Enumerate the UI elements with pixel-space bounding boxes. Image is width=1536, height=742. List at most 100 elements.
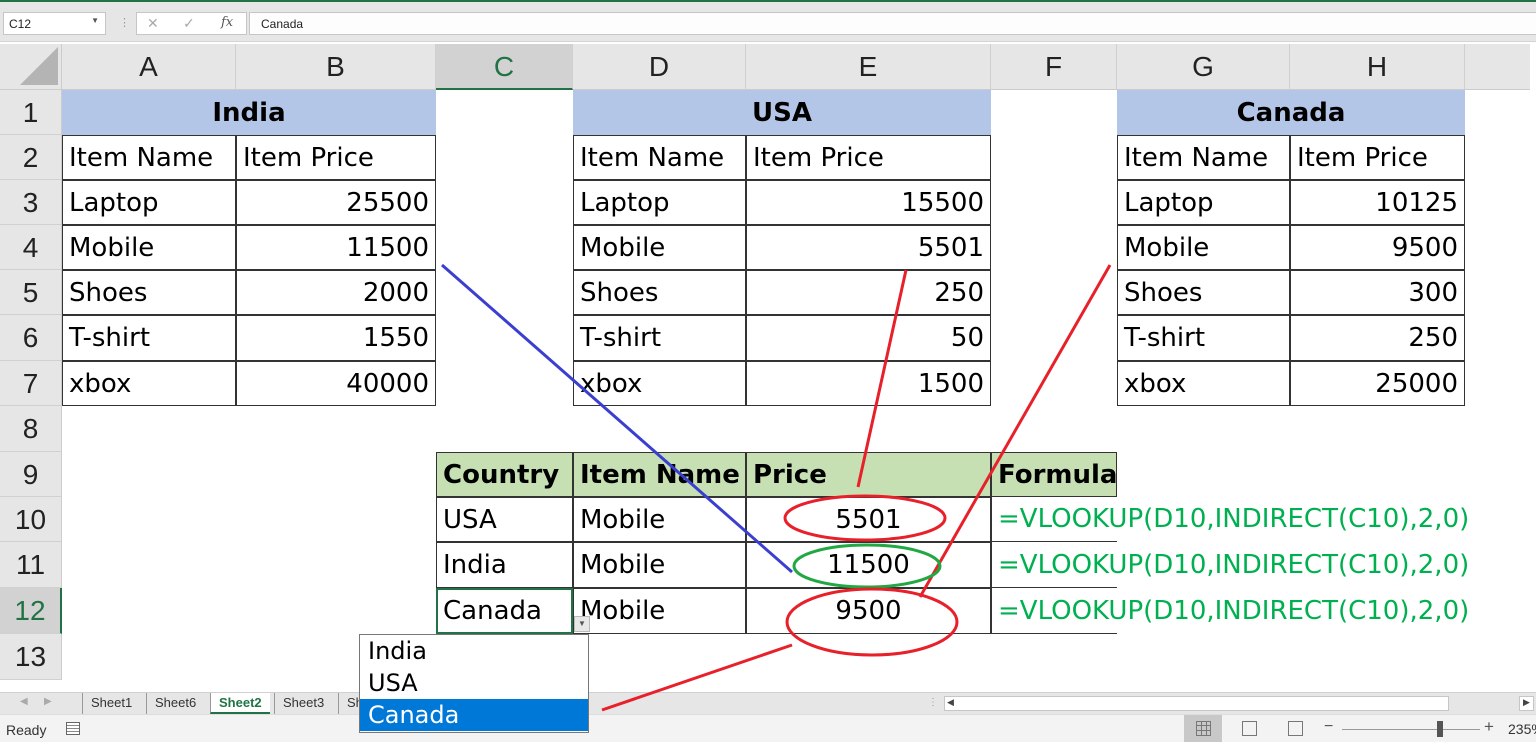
column-header-h[interactable]: H bbox=[1290, 44, 1465, 90]
canada-header-item-name[interactable]: Item Name bbox=[1117, 135, 1290, 180]
india-item-price-cell[interactable]: 40000 bbox=[236, 361, 436, 406]
scroll-right-icon[interactable]: ▶ bbox=[1519, 696, 1534, 711]
row-header-12[interactable]: 12 bbox=[0, 588, 62, 634]
row-header-9[interactable]: 9 bbox=[0, 452, 62, 497]
dropdown-option-usa[interactable]: USA bbox=[360, 667, 588, 699]
row-header-8[interactable]: 8 bbox=[0, 406, 62, 452]
usa-item-name-cell[interactable]: Mobile bbox=[573, 225, 746, 270]
usa-item-name-cell[interactable]: T-shirt bbox=[573, 315, 746, 361]
column-header-c[interactable]: C bbox=[436, 44, 573, 90]
lookup-header-price[interactable]: Price bbox=[746, 452, 991, 497]
row-header-5[interactable]: 5 bbox=[0, 270, 62, 315]
india-item-name-cell[interactable]: Mobile bbox=[62, 225, 236, 270]
tab-splitter-handle[interactable]: ⋮ bbox=[928, 697, 938, 708]
india-item-name-cell[interactable]: xbox bbox=[62, 361, 236, 406]
usa-item-price-cell[interactable]: 250 bbox=[746, 270, 991, 315]
column-header-g[interactable]: G bbox=[1117, 44, 1290, 90]
canada-table-title[interactable]: Canada bbox=[1117, 90, 1465, 135]
lookup-country-cell[interactable]: India bbox=[436, 542, 573, 588]
canada-item-price-cell[interactable]: 9500 bbox=[1290, 225, 1465, 270]
lookup-header-formula[interactable]: Formula bbox=[991, 452, 1117, 497]
india-table-title[interactable]: India bbox=[62, 90, 436, 135]
page-break-view-button[interactable] bbox=[1276, 715, 1314, 742]
enter-icon[interactable]: ✓ bbox=[183, 15, 195, 32]
zoom-slider[interactable] bbox=[1342, 729, 1480, 730]
row-header-4[interactable]: 4 bbox=[0, 225, 62, 270]
column-header-f[interactable]: F bbox=[991, 44, 1117, 90]
india-item-name-cell[interactable]: Shoes bbox=[62, 270, 236, 315]
row-header-6[interactable]: 6 bbox=[0, 315, 62, 361]
page-layout-view-button[interactable] bbox=[1230, 715, 1268, 742]
row-header-10[interactable]: 10 bbox=[0, 497, 62, 542]
zoom-level[interactable]: 235% bbox=[1508, 721, 1536, 737]
canada-item-price-cell[interactable]: 25000 bbox=[1290, 361, 1465, 406]
macro-recording-icon[interactable] bbox=[66, 722, 80, 735]
usa-item-price-cell[interactable]: 50 bbox=[746, 315, 991, 361]
canada-item-price-cell[interactable]: 300 bbox=[1290, 270, 1465, 315]
canada-item-name-cell[interactable]: Laptop bbox=[1117, 180, 1290, 225]
cell-dropdown-button[interactable]: ▼ bbox=[574, 616, 590, 632]
lookup-price-cell[interactable]: 11500 bbox=[746, 542, 991, 588]
row-header-13[interactable]: 13 bbox=[0, 634, 62, 680]
canada-item-price-cell[interactable]: 250 bbox=[1290, 315, 1465, 361]
sheet-next-icon[interactable]: ▶ bbox=[44, 696, 52, 707]
usa-item-price-cell[interactable]: 1500 bbox=[746, 361, 991, 406]
zoom-in-button[interactable]: + bbox=[1484, 717, 1494, 737]
lookup-country-cell[interactable]: USA bbox=[436, 497, 573, 542]
row-header-11[interactable]: 11 bbox=[0, 542, 62, 588]
lookup-formula-cell[interactable]: =VLOOKUP(D10,INDIRECT(C10),2,0) bbox=[991, 588, 1469, 634]
lookup-header-item-name[interactable]: Item Name bbox=[573, 452, 746, 497]
usa-table-title[interactable]: USA bbox=[573, 90, 991, 135]
india-item-price-cell[interactable]: 25500 bbox=[236, 180, 436, 225]
usa-item-name-cell[interactable]: Laptop bbox=[573, 180, 746, 225]
lookup-formula-cell[interactable]: =VLOOKUP(D10,INDIRECT(C10),2,0) bbox=[991, 497, 1469, 542]
row-header-7[interactable]: 7 bbox=[0, 361, 62, 406]
canada-header-item-price[interactable]: Item Price bbox=[1290, 135, 1465, 180]
usa-header-item-price[interactable]: Item Price bbox=[746, 135, 991, 180]
lookup-country-cell[interactable]: Canada bbox=[436, 588, 573, 634]
dropdown-option-canada[interactable]: Canada bbox=[360, 699, 588, 731]
column-header-d[interactable]: D bbox=[573, 44, 746, 90]
lookup-header-country[interactable]: Country bbox=[436, 452, 573, 497]
lookup-item-name-cell[interactable]: Mobile bbox=[573, 542, 746, 588]
dropdown-option-india[interactable]: India bbox=[360, 635, 588, 667]
lookup-price-cell[interactable]: 9500 bbox=[746, 588, 991, 634]
canada-item-price-cell[interactable]: 10125 bbox=[1290, 180, 1465, 225]
row-header-2[interactable]: 2 bbox=[0, 135, 62, 180]
select-all-button[interactable] bbox=[0, 44, 62, 90]
lookup-formula-cell[interactable]: =VLOOKUP(D10,INDIRECT(C10),2,0) bbox=[991, 542, 1469, 588]
sheet-tab-sheet3[interactable]: Sheet3 bbox=[274, 693, 332, 714]
row-header-1[interactable]: 1 bbox=[0, 90, 62, 135]
lookup-price-cell[interactable]: 5501 bbox=[746, 497, 991, 542]
normal-view-button[interactable] bbox=[1184, 715, 1222, 742]
column-header-e[interactable]: E bbox=[746, 44, 991, 90]
sheet-tab-sheet1[interactable]: Sheet1 bbox=[82, 693, 140, 714]
sheet-tab-sheet2[interactable]: Sheet2 bbox=[210, 693, 270, 714]
row-header-3[interactable]: 3 bbox=[0, 180, 62, 225]
usa-item-name-cell[interactable]: xbox bbox=[573, 361, 746, 406]
india-item-price-cell[interactable]: 1550 bbox=[236, 315, 436, 361]
lookup-item-name-cell[interactable]: Mobile bbox=[573, 497, 746, 542]
india-header-item-price[interactable]: Item Price bbox=[236, 135, 436, 180]
sheet-prev-icon[interactable]: ◀ bbox=[20, 696, 28, 707]
usa-item-name-cell[interactable]: Shoes bbox=[573, 270, 746, 315]
zoom-out-button[interactable]: − bbox=[1324, 718, 1333, 736]
sheet-tab-sheet6[interactable]: Sheet6 bbox=[146, 693, 204, 714]
usa-header-item-name[interactable]: Item Name bbox=[573, 135, 746, 180]
lookup-item-name-cell[interactable]: Mobile bbox=[573, 588, 746, 634]
cancel-icon[interactable]: ✕ bbox=[147, 15, 159, 32]
column-header-a[interactable]: A bbox=[62, 44, 236, 90]
horizontal-scrollbar[interactable]: ◀ bbox=[944, 696, 1449, 711]
zoom-slider-thumb[interactable] bbox=[1437, 721, 1443, 737]
chevron-down-icon[interactable]: ▼ bbox=[91, 16, 99, 25]
usa-item-price-cell[interactable]: 15500 bbox=[746, 180, 991, 225]
canada-item-name-cell[interactable]: Shoes bbox=[1117, 270, 1290, 315]
usa-item-price-cell[interactable]: 5501 bbox=[746, 225, 991, 270]
column-header-i[interactable] bbox=[1465, 44, 1530, 90]
insert-function-icon[interactable]: fx bbox=[221, 15, 233, 30]
india-header-item-name[interactable]: Item Name bbox=[62, 135, 236, 180]
column-header-b[interactable]: B bbox=[236, 44, 436, 90]
india-item-price-cell[interactable]: 2000 bbox=[236, 270, 436, 315]
formula-input[interactable]: Canada bbox=[249, 12, 1536, 35]
canada-item-name-cell[interactable]: Mobile bbox=[1117, 225, 1290, 270]
